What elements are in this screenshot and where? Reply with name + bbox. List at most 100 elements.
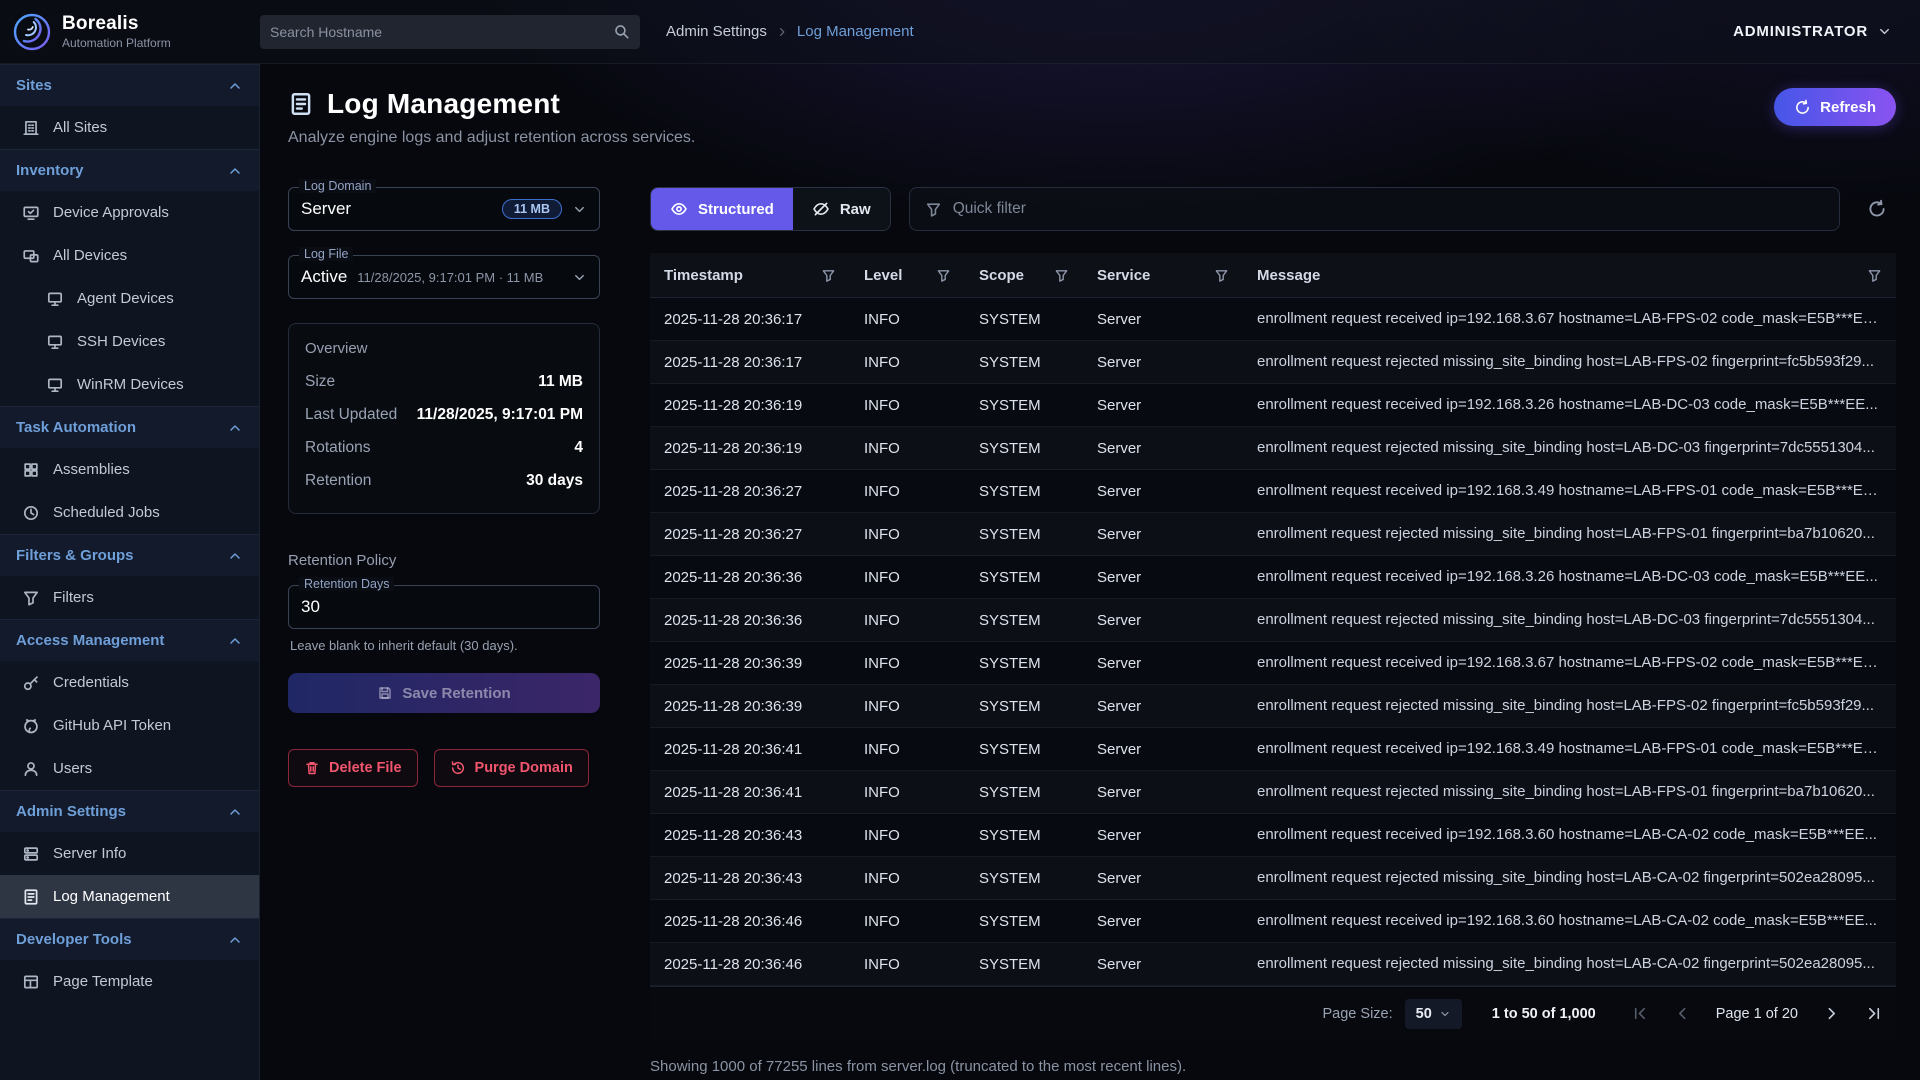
cell-message: enrollment request received ip=192.168.3… xyxy=(1243,384,1896,426)
quick-filter[interactable] xyxy=(909,187,1840,231)
footer-note: Showing 1000 of 77255 lines from server.… xyxy=(650,1058,1896,1075)
last-page-button[interactable] xyxy=(1858,999,1888,1029)
retention-policy-title: Retention Policy xyxy=(288,552,600,569)
sidebar-item-credentials[interactable]: Credentials xyxy=(0,661,259,704)
column-filter-icon[interactable] xyxy=(936,268,951,283)
cell-service: Server xyxy=(1083,814,1243,856)
sidebar-item-winrm-devices[interactable]: WinRM Devices xyxy=(0,363,259,406)
log-row: 2025-11-28 20:36:41INFOSYSTEMServerenrol… xyxy=(650,771,1896,814)
view-structured-button[interactable]: Structured xyxy=(651,188,793,230)
sidebar-section-access-management[interactable]: Access Management xyxy=(0,619,259,661)
log-domain-select[interactable]: Log Domain Server 11 MB xyxy=(288,187,600,231)
overview-row-last-updated: Last Updated11/28/2025, 9:17:01 PM xyxy=(305,406,583,424)
column-header-service[interactable]: Service xyxy=(1083,253,1243,297)
column-header-timestamp[interactable]: Timestamp xyxy=(650,253,850,297)
cell-timestamp: 2025-11-28 20:36:19 xyxy=(650,384,850,426)
cell-scope: SYSTEM xyxy=(965,341,1083,383)
retention-days-field[interactable]: Retention Days xyxy=(288,585,600,629)
cell-level: INFO xyxy=(850,642,965,684)
monitor-icon xyxy=(46,333,64,351)
first-page-button[interactable] xyxy=(1626,999,1656,1029)
sidebar-item-server-info[interactable]: Server Info xyxy=(0,832,259,875)
column-filter-icon[interactable] xyxy=(1214,268,1229,283)
log-viewer: StructuredRaw TimestampLevelScopeService… xyxy=(650,187,1896,1080)
delete-file-button[interactable]: Delete File xyxy=(288,749,418,787)
history-icon xyxy=(450,760,466,776)
user-menu[interactable]: ADMINISTRATOR xyxy=(1733,23,1892,40)
column-header-scope[interactable]: Scope xyxy=(965,253,1083,297)
cell-timestamp: 2025-11-28 20:36:36 xyxy=(650,556,850,598)
cell-level: INFO xyxy=(850,470,965,512)
sidebar-item-scheduled-jobs[interactable]: Scheduled Jobs xyxy=(0,491,259,534)
sidebar-section-developer-tools[interactable]: Developer Tools xyxy=(0,918,259,960)
purge-domain-button[interactable]: Purge Domain xyxy=(434,749,589,787)
breadcrumb-item-log-management[interactable]: Log Management xyxy=(797,23,914,40)
log-file-select[interactable]: Log File Active 11/28/2025, 9:17:01 PM ·… xyxy=(288,255,600,299)
filter-icon xyxy=(925,201,942,218)
hostname-search[interactable] xyxy=(260,15,640,49)
cell-level: INFO xyxy=(850,685,965,727)
log-row: 2025-11-28 20:36:46INFOSYSTEMServerenrol… xyxy=(650,943,1896,986)
sidebar-item-ssh-devices[interactable]: SSH Devices xyxy=(0,320,259,363)
topbar: Borealis Automation Platform Admin Setti… xyxy=(0,0,1920,64)
page-size-select[interactable]: 50 xyxy=(1405,999,1462,1029)
device-check-icon xyxy=(22,204,40,222)
prev-page-icon xyxy=(1674,1005,1691,1022)
sidebar-section-task-automation[interactable]: Task Automation xyxy=(0,406,259,448)
cell-service: Server xyxy=(1083,298,1243,340)
server-icon xyxy=(22,845,40,863)
sidebar-item-all-devices[interactable]: All Devices xyxy=(0,234,259,277)
log-row: 2025-11-28 20:36:46INFOSYSTEMServerenrol… xyxy=(650,900,1896,943)
sidebar-section-inventory[interactable]: Inventory xyxy=(0,149,259,191)
sidebar-item-page-template[interactable]: Page Template xyxy=(0,960,259,1003)
column-header-level[interactable]: Level xyxy=(850,253,965,297)
retention-helper-text: Leave blank to inherit default (30 days)… xyxy=(290,638,600,653)
view-raw-button[interactable]: Raw xyxy=(793,188,890,230)
save-retention-button[interactable]: Save Retention xyxy=(288,673,600,713)
next-page-button[interactable] xyxy=(1816,999,1846,1029)
layout-icon xyxy=(22,973,40,991)
refresh-icon xyxy=(1867,199,1887,219)
column-filter-icon[interactable] xyxy=(821,268,836,283)
cell-timestamp: 2025-11-28 20:36:36 xyxy=(650,599,850,641)
log-controls-panel: Log Domain Server 11 MB Log File Active … xyxy=(288,187,600,1080)
cell-timestamp: 2025-11-28 20:36:17 xyxy=(650,341,850,383)
sidebar-section-sites[interactable]: Sites xyxy=(0,64,259,106)
brand[interactable]: Borealis Automation Platform xyxy=(12,12,260,52)
quick-filter-input[interactable] xyxy=(953,200,1824,218)
cell-scope: SYSTEM xyxy=(965,857,1083,899)
sidebar-item-device-approvals[interactable]: Device Approvals xyxy=(0,191,259,234)
table-refresh-button[interactable] xyxy=(1858,190,1896,228)
cell-message: enrollment request rejected missing_site… xyxy=(1243,771,1896,813)
cell-service: Server xyxy=(1083,599,1243,641)
sidebar-item-assemblies[interactable]: Assemblies xyxy=(0,448,259,491)
app: Borealis Automation Platform Admin Setti… xyxy=(0,0,1920,1080)
trash-icon xyxy=(304,760,320,776)
sidebar-section-admin-settings[interactable]: Admin Settings xyxy=(0,790,259,832)
sidebar-item-github-api-token[interactable]: GitHub API Token xyxy=(0,704,259,747)
monitor-icon xyxy=(46,376,64,394)
column-filter-icon[interactable] xyxy=(1867,268,1882,283)
sidebar: SitesAll SitesInventoryDevice ApprovalsA… xyxy=(0,64,260,1080)
breadcrumb-item-admin-settings[interactable]: Admin Settings xyxy=(666,23,767,40)
sidebar-section-filters-groups[interactable]: Filters & Groups xyxy=(0,534,259,576)
sidebar-item-all-sites[interactable]: All Sites xyxy=(0,106,259,149)
sidebar-item-log-management[interactable]: Log Management xyxy=(0,875,259,918)
table-header: TimestampLevelScopeServiceMessage xyxy=(650,253,1896,298)
sidebar-item-agent-devices[interactable]: Agent Devices xyxy=(0,277,259,320)
sidebar-item-filters[interactable]: Filters xyxy=(0,576,259,619)
refresh-icon xyxy=(1794,99,1811,116)
column-filter-icon[interactable] xyxy=(1054,268,1069,283)
cell-service: Server xyxy=(1083,556,1243,598)
sidebar-item-users[interactable]: Users xyxy=(0,747,259,790)
prev-page-button[interactable] xyxy=(1668,999,1698,1029)
search-input[interactable] xyxy=(270,24,613,40)
column-header-message[interactable]: Message xyxy=(1243,253,1896,297)
cell-level: INFO xyxy=(850,384,965,426)
retention-days-input[interactable] xyxy=(301,597,587,617)
log-row: 2025-11-28 20:36:43INFOSYSTEMServerenrol… xyxy=(650,814,1896,857)
refresh-button[interactable]: Refresh xyxy=(1774,88,1896,126)
next-page-icon xyxy=(1823,1005,1840,1022)
cell-timestamp: 2025-11-28 20:36:41 xyxy=(650,728,850,770)
log-domain-value: Server xyxy=(301,199,351,219)
